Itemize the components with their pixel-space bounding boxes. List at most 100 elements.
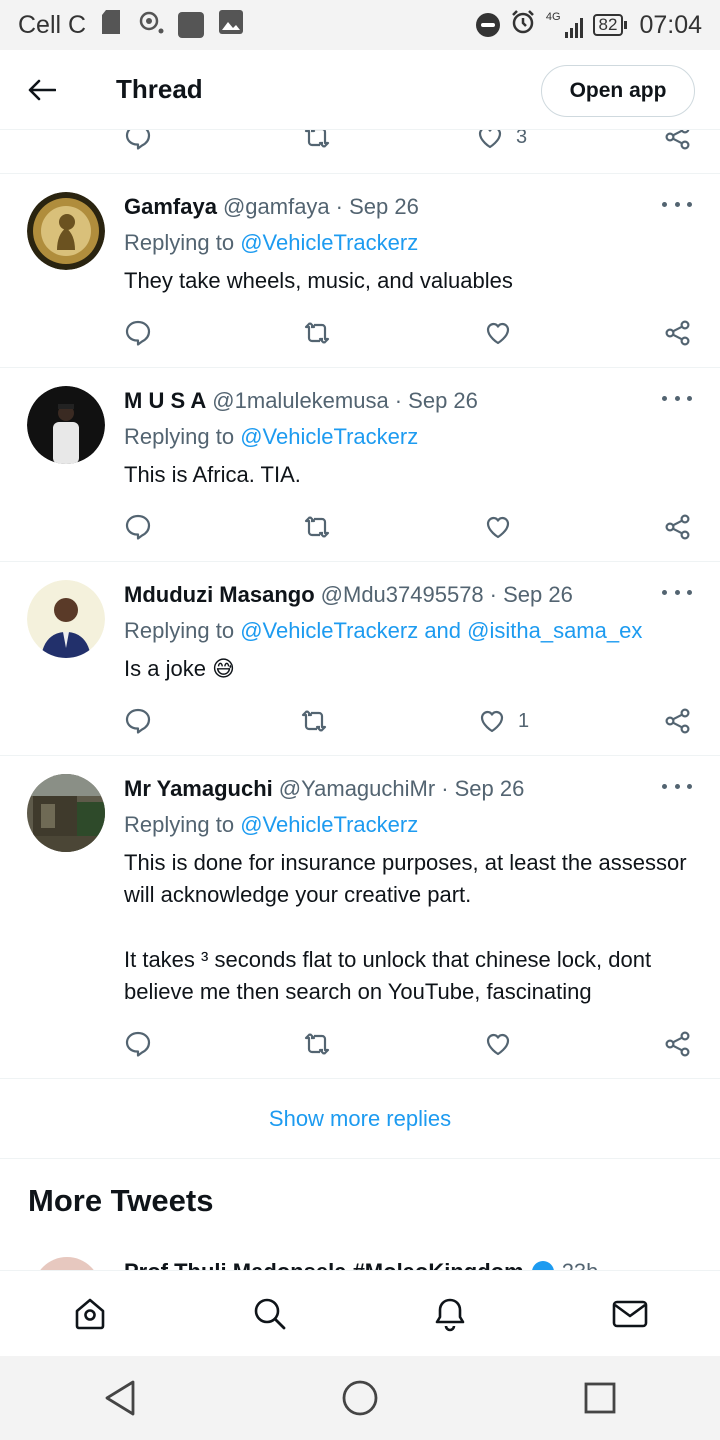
like-count: 3 bbox=[516, 130, 528, 148]
comment-icon bbox=[125, 708, 151, 734]
retweet-button[interactable] bbox=[303, 318, 331, 348]
author-handle[interactable]: @Mdu37495578 bbox=[321, 582, 484, 608]
avatar[interactable] bbox=[27, 774, 105, 852]
tweet[interactable]: M U S A @1malulekemusa · Sep 26 Replying… bbox=[0, 368, 720, 562]
tweet[interactable]: Mr Yamaguchi @YamaguchiMr · Sep 26 Reply… bbox=[0, 756, 720, 1079]
system-recents-button[interactable] bbox=[560, 1358, 640, 1438]
nav-notifications[interactable] bbox=[420, 1284, 480, 1344]
tweet-date[interactable]: · Sep 26 bbox=[336, 194, 419, 220]
tweet-actions bbox=[0, 498, 720, 562]
author-handle[interactable]: @YamaguchiMr bbox=[279, 776, 435, 802]
share-button[interactable] bbox=[664, 706, 692, 736]
mention-link[interactable]: @VehicleTrackerz bbox=[240, 230, 418, 255]
home-icon bbox=[75, 1298, 105, 1329]
tweet[interactable]: Mduduzi Masango @Mdu37495578 · Sep 26 Re… bbox=[0, 562, 720, 756]
more-options-button[interactable] bbox=[662, 196, 692, 212]
replying-to: Replying to @VehicleTrackerz bbox=[124, 424, 419, 449]
tweet-date[interactable]: · Sep 26 bbox=[441, 776, 524, 802]
share-button[interactable] bbox=[664, 318, 692, 348]
sd-card-icon bbox=[100, 9, 122, 42]
retweet-button[interactable] bbox=[300, 706, 328, 736]
mention-link[interactable]: @VehicleTrackerz and @isitha_sama_ex bbox=[240, 618, 642, 643]
previous-tweet-actions: 3 bbox=[0, 130, 720, 174]
mention-link[interactable]: @VehicleTrackerz bbox=[240, 812, 418, 837]
like-button[interactable]: 1 bbox=[478, 706, 529, 736]
retweet-button[interactable] bbox=[303, 1029, 331, 1059]
avatar[interactable] bbox=[27, 192, 105, 270]
replying-to: Replying to @VehicleTrackerz bbox=[124, 812, 419, 837]
retweet-icon bbox=[301, 710, 327, 732]
avatar[interactable] bbox=[27, 580, 105, 658]
author-handle[interactable]: @gamfaya bbox=[223, 194, 330, 220]
like-button[interactable]: 3 bbox=[476, 130, 527, 152]
reply-button[interactable] bbox=[124, 318, 152, 348]
system-back-button[interactable] bbox=[80, 1358, 160, 1438]
clock: 07:04 bbox=[639, 10, 702, 39]
reply-button[interactable] bbox=[124, 1029, 152, 1059]
gallery-icon bbox=[218, 9, 244, 42]
bell-icon bbox=[435, 1298, 465, 1331]
mention-link[interactable]: @VehicleTrackerz bbox=[240, 424, 418, 449]
retweet-button[interactable] bbox=[303, 130, 331, 152]
signal-icon: 4G bbox=[546, 12, 583, 38]
tweet-text: It takes ³ seconds flat to unlock that c… bbox=[124, 947, 652, 1004]
like-button[interactable] bbox=[484, 1029, 524, 1059]
carrier-label: Cell C bbox=[18, 10, 87, 39]
thread-header: Thread Open app bbox=[0, 50, 720, 130]
tweet-text: This is Africa. TIA. bbox=[124, 462, 301, 487]
more-options-button[interactable] bbox=[662, 584, 692, 600]
reply-button[interactable] bbox=[124, 706, 152, 736]
heart-icon bbox=[478, 130, 502, 149]
more-options-button[interactable] bbox=[662, 390, 692, 406]
tweet-meta: M U S A @1malulekemusa · Sep 26 bbox=[124, 388, 690, 414]
tweet[interactable]: Gamfaya @gamfaya · Sep 26 Replying to @V… bbox=[0, 174, 720, 368]
more-options-button[interactable] bbox=[662, 778, 692, 794]
tweet-actions bbox=[0, 304, 720, 368]
share-icon bbox=[665, 1031, 690, 1057]
heart-icon bbox=[486, 1033, 510, 1056]
system-home-button[interactable] bbox=[320, 1358, 400, 1438]
share-button[interactable] bbox=[664, 512, 692, 542]
back-button[interactable] bbox=[0, 50, 84, 130]
author-handle[interactable]: @1malulekemusa bbox=[212, 388, 388, 414]
replying-to: Replying to @VehicleTrackerz bbox=[124, 230, 419, 255]
author-name[interactable]: M U S A bbox=[124, 388, 206, 414]
share-button[interactable] bbox=[664, 1029, 692, 1059]
avatar[interactable] bbox=[27, 386, 105, 464]
nav-search[interactable] bbox=[240, 1284, 300, 1344]
comment-icon bbox=[125, 130, 151, 150]
comment-icon bbox=[125, 320, 151, 346]
tweet-date[interactable]: · Sep 26 bbox=[395, 388, 478, 414]
retweet-button[interactable] bbox=[303, 512, 331, 542]
share-button[interactable] bbox=[664, 130, 692, 152]
tweet-date[interactable]: · Sep 26 bbox=[490, 582, 573, 608]
search-icon bbox=[254, 1298, 286, 1329]
share-icon bbox=[665, 514, 690, 540]
like-button[interactable] bbox=[484, 318, 524, 348]
comment-icon bbox=[125, 1031, 151, 1057]
nav-home[interactable] bbox=[60, 1284, 120, 1344]
nav-messages[interactable] bbox=[600, 1284, 660, 1344]
circle-home-icon bbox=[342, 1380, 378, 1416]
tweet-text: This is done for insurance purposes, at … bbox=[124, 850, 687, 907]
reply-button[interactable] bbox=[124, 130, 152, 152]
reply-button[interactable] bbox=[124, 512, 152, 542]
tweet-text: They take wheels, music, and valuables bbox=[124, 268, 513, 293]
tweet-meta: Gamfaya @gamfaya · Sep 26 bbox=[124, 194, 690, 220]
like-count: 1 bbox=[518, 709, 530, 732]
tweet-meta: Mr Yamaguchi @YamaguchiMr · Sep 26 bbox=[124, 776, 690, 802]
mail-icon bbox=[612, 1300, 648, 1327]
show-more-replies-button[interactable]: Show more replies bbox=[0, 1079, 720, 1159]
comment-icon bbox=[125, 514, 151, 540]
author-name[interactable]: Gamfaya bbox=[124, 194, 217, 220]
retweet-icon bbox=[304, 516, 330, 538]
tweet-meta: Mduduzi Masango @Mdu37495578 · Sep 26 bbox=[124, 582, 690, 608]
retweet-icon bbox=[304, 322, 330, 344]
author-name[interactable]: Mr Yamaguchi bbox=[124, 776, 273, 802]
open-app-button[interactable]: Open app bbox=[541, 65, 695, 117]
author-name[interactable]: Mduduzi Masango bbox=[124, 582, 315, 608]
more-tweets-heading: More Tweets bbox=[28, 1183, 214, 1218]
share-icon bbox=[665, 708, 690, 734]
like-button[interactable] bbox=[484, 512, 524, 542]
heart-icon bbox=[480, 710, 504, 733]
